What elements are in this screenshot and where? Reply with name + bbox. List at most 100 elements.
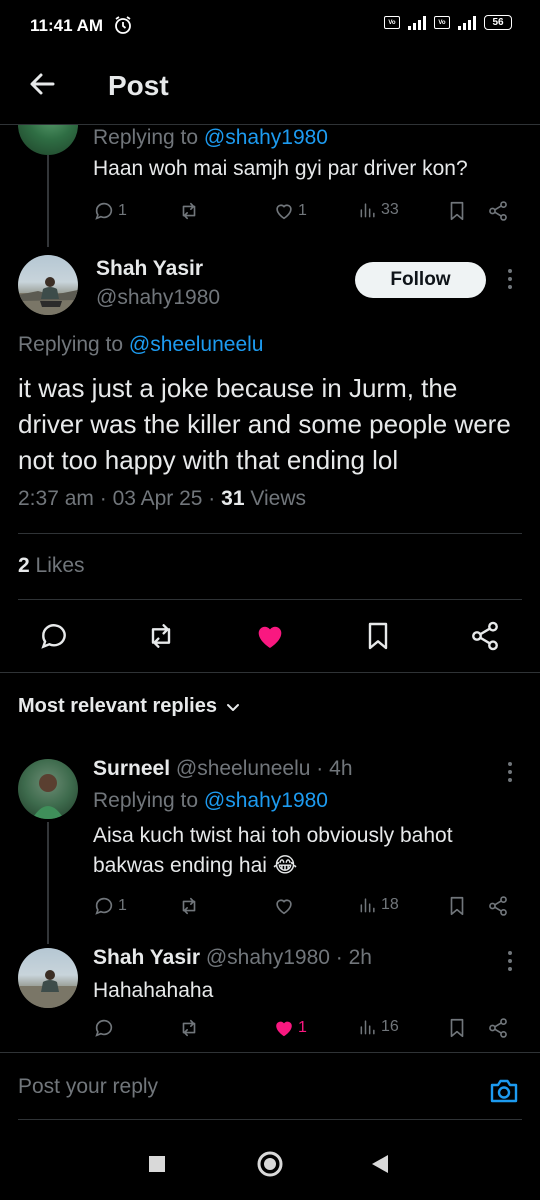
replying-prefix: Replying to: [93, 126, 199, 149]
views-icon: [360, 1020, 375, 1035]
recents-icon[interactable]: [147, 1154, 167, 1174]
alarm-icon: [115, 16, 131, 34]
reply-icon[interactable]: [38, 620, 70, 652]
author-handle[interactable]: @shahy1980: [96, 286, 220, 310]
avatar[interactable]: [18, 759, 78, 819]
repost-button[interactable]: [178, 200, 200, 222]
views-count: 33: [381, 201, 399, 218]
more-options-icon[interactable]: [500, 762, 520, 782]
share-icon[interactable]: [487, 1017, 509, 1039]
reply-icon: [95, 202, 113, 220]
bookmark-icon[interactable]: [446, 1017, 468, 1039]
volte-icon-2: Vo: [434, 16, 450, 29]
replying-to-line: Replying to @sheeluneelu: [18, 333, 264, 357]
volte-icon: Vo: [384, 16, 400, 29]
repost-icon: [182, 1019, 196, 1037]
divider: [18, 599, 522, 600]
reply-count: 1: [118, 897, 127, 914]
like-button[interactable]: 1: [273, 200, 307, 222]
share-icon[interactable]: [469, 620, 501, 652]
replying-prefix: Replying to: [18, 333, 124, 356]
repost-button[interactable]: [178, 1017, 200, 1039]
reply-input[interactable]: [18, 1075, 458, 1099]
reply-button[interactable]: [93, 1017, 115, 1039]
like-count: 1: [298, 1019, 307, 1036]
replying-to-line: Replying to @shahy1980: [93, 789, 328, 813]
views-count: 31: [221, 487, 245, 510]
reply-text: Haan woh mai samjh gyi par driver kon?: [93, 157, 468, 180]
sort-label: Most relevant replies: [18, 695, 217, 717]
author-name[interactable]: Shah Yasir: [96, 257, 203, 281]
status-time: 11:41 AM: [30, 16, 104, 35]
divider: [18, 533, 522, 534]
back-arrow-icon[interactable]: [26, 68, 58, 100]
repost-button[interactable]: [178, 895, 200, 917]
avatar[interactable]: [18, 255, 78, 315]
sort-replies-dropdown[interactable]: Most relevant replies: [18, 695, 241, 718]
reply-age: 4h: [329, 757, 353, 780]
replying-to-line: Replying to @shahy1980: [93, 126, 328, 150]
heart-filled-icon[interactable]: [254, 620, 286, 652]
reply-author-handle[interactable]: @sheeluneelu: [176, 757, 311, 780]
repost-icon[interactable]: [145, 620, 177, 652]
avatar[interactable]: [18, 125, 78, 155]
reply-author-name[interactable]: Shah Yasir: [93, 946, 200, 969]
reply-button[interactable]: 1: [93, 895, 127, 917]
thread-line: [47, 822, 49, 944]
profile-photo: [32, 774, 64, 819]
replying-prefix: Replying to: [93, 789, 199, 812]
views-button[interactable]: 33: [358, 200, 399, 220]
replying-handle-link[interactable]: @shahy1980: [204, 789, 328, 812]
chevron-down-icon: [226, 703, 239, 711]
reply-header: Surneel @sheeluneelu · 4h: [93, 757, 353, 780]
divider: [0, 1052, 540, 1053]
divider: [18, 1119, 522, 1120]
camera-icon[interactable]: [488, 1075, 520, 1107]
reply-author-handle[interactable]: @shahy1980: [206, 946, 330, 969]
reply-author-name[interactable]: Surneel: [93, 757, 170, 780]
share-icon[interactable]: [487, 895, 509, 917]
divider: [0, 672, 540, 673]
profile-photo: [18, 970, 78, 1008]
signal-icon: [408, 15, 426, 30]
status-icons: Vo Vo 56: [384, 15, 512, 30]
parent-reply[interactable]: Replying to @shahy1980 Haan woh mai samj…: [0, 125, 540, 247]
post-time: 2:37 am: [18, 487, 94, 510]
reply-age: 2h: [348, 946, 372, 969]
reply-icon: [95, 1019, 113, 1037]
like-count: 1: [298, 202, 307, 219]
post-text: it was just a joke because in Jurm, the …: [18, 373, 511, 475]
system-nav-bar: [0, 1130, 540, 1200]
replying-handle-link[interactable]: @sheeluneelu: [129, 333, 264, 356]
views-label: Views: [250, 487, 306, 510]
reply-actions: 1 18: [93, 895, 518, 923]
replying-handle-link[interactable]: @shahy1980: [204, 126, 328, 149]
home-icon[interactable]: [256, 1150, 284, 1178]
signal-4g-icon: [458, 15, 476, 30]
bookmark-icon[interactable]: [446, 200, 468, 222]
views-icon: [360, 203, 375, 218]
post-meta: 2:37 am · 03 Apr 25 · 31 Views: [18, 487, 306, 510]
profile-photo: [18, 277, 78, 315]
repost-icon: [182, 897, 196, 915]
more-options-icon[interactable]: [500, 951, 520, 971]
reply-actions: 1 16: [93, 1017, 518, 1045]
views-count: 16: [381, 1018, 399, 1035]
back-nav-icon[interactable]: [370, 1153, 390, 1175]
reply-composer: [0, 1055, 540, 1125]
avatar[interactable]: [18, 948, 78, 1008]
bookmark-icon[interactable]: [362, 620, 394, 652]
follow-button[interactable]: Follow: [355, 262, 486, 298]
share-icon[interactable]: [487, 200, 509, 222]
reply-text: Aisa kuch twist hai toh obviously bahot …: [93, 824, 453, 877]
more-options-icon[interactable]: [500, 269, 520, 289]
heart-icon: [276, 204, 292, 220]
reply-button[interactable]: 1: [93, 200, 127, 222]
views-button[interactable]: 16: [358, 1017, 399, 1037]
likes-summary[interactable]: 2 Likes: [18, 554, 85, 578]
like-button[interactable]: [273, 895, 295, 917]
views-button[interactable]: 18: [358, 895, 399, 915]
post-actions: [0, 620, 540, 654]
bookmark-icon[interactable]: [446, 895, 468, 917]
like-button[interactable]: 1: [273, 1017, 307, 1039]
